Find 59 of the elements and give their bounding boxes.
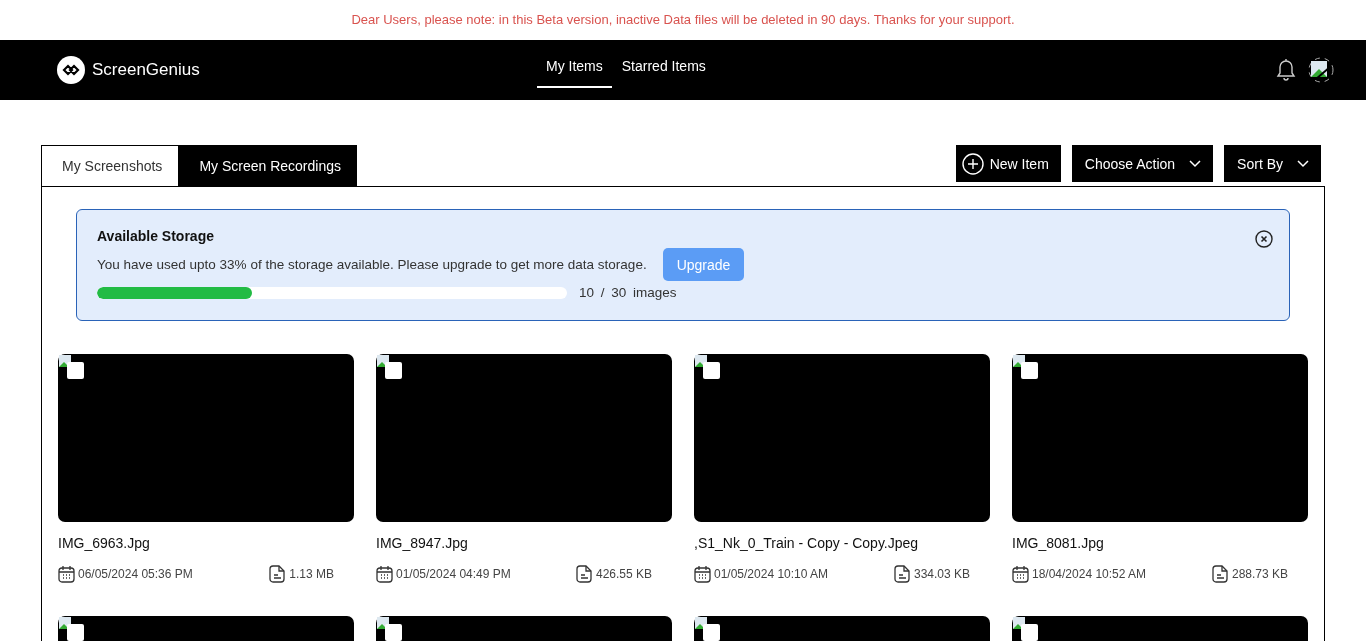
checkbox[interactable] [703,362,720,379]
action-button[interactable]: Sort By [1224,145,1321,182]
document-icon [575,565,593,583]
file-size: 288.73 KB [1231,567,1288,581]
action-button[interactable]: New Item [955,145,1061,182]
checkbox[interactable] [1021,624,1038,641]
checkbox[interactable] [703,624,720,641]
caret-icon [1189,159,1202,168]
nav-link[interactable]: My Items [537,42,612,88]
bell-icon[interactable] [1274,57,1298,83]
broken-image-icon [695,355,709,369]
checkbox[interactable] [67,362,84,379]
broken-image-icon [377,617,391,631]
thumbnail[interactable] [58,354,354,522]
file-name: ,S1_Nk_0_Train - Copy - Copy.Jpeg [694,535,920,551]
thumbnail[interactable] [694,354,990,522]
logo-icon [57,56,85,84]
checkbox[interactable] [385,624,402,641]
caret-icon [1297,159,1309,168]
broken-image-icon [1013,617,1027,631]
close-icon[interactable] [1255,230,1273,248]
calendar-icon [694,565,711,583]
broken-image-icon [1013,355,1027,369]
broken-image-icon [377,355,391,369]
checkbox[interactable] [1021,362,1038,379]
beta-notice: Dear Users, please note: in this Beta version, inactive Data files will be deleted in 90 days. Thanks for your support. [350,11,1016,29]
file-date: 06/05/2024 05:36 PM [78,567,193,581]
file-size: 1.13 MB [289,567,334,581]
avatar-icon[interactable] [1308,57,1334,83]
document-icon [269,565,287,583]
file-date: 01/05/2024 04:49 PM [396,567,511,581]
calendar-icon [1012,565,1029,583]
thumbnail[interactable] [376,354,672,522]
broken-image-icon [59,355,73,369]
brand-name: ScreenGenius [92,60,200,80]
storage-message: You have used upto 33% of the storage available. Please upgrade to get more data storage. [97,257,647,272]
file-date: 01/05/2024 10:10 AM [714,567,829,581]
file-name: IMG_8081.Jpg [1012,535,1105,551]
file-size: 334.03 KB [913,567,970,581]
nav-link[interactable]: Starred Items [621,42,706,88]
document-icon [1211,565,1229,583]
storage-count: 10 / 30 images [579,285,677,300]
plus-icon [961,152,984,175]
file-name: IMG_6963.Jpg [58,535,151,551]
tab[interactable]: My Screenshots [41,145,180,186]
checkbox[interactable] [67,624,84,641]
file-name: IMG_8947.Jpg [376,535,469,551]
file-date: 18/04/2024 10:52 AM [1032,567,1147,581]
tab[interactable]: My Screen Recordings [179,145,357,186]
calendar-icon [58,565,75,583]
action-button[interactable]: Choose Action [1071,145,1214,182]
calendar-icon [376,565,393,583]
broken-image-icon [695,617,709,631]
checkbox[interactable] [385,362,402,379]
thumbnail[interactable] [1012,354,1308,522]
file-size: 426.55 KB [595,567,652,581]
document-icon [893,565,911,583]
broken-image-icon [59,617,73,631]
storage-title: Available Storage [97,228,214,244]
